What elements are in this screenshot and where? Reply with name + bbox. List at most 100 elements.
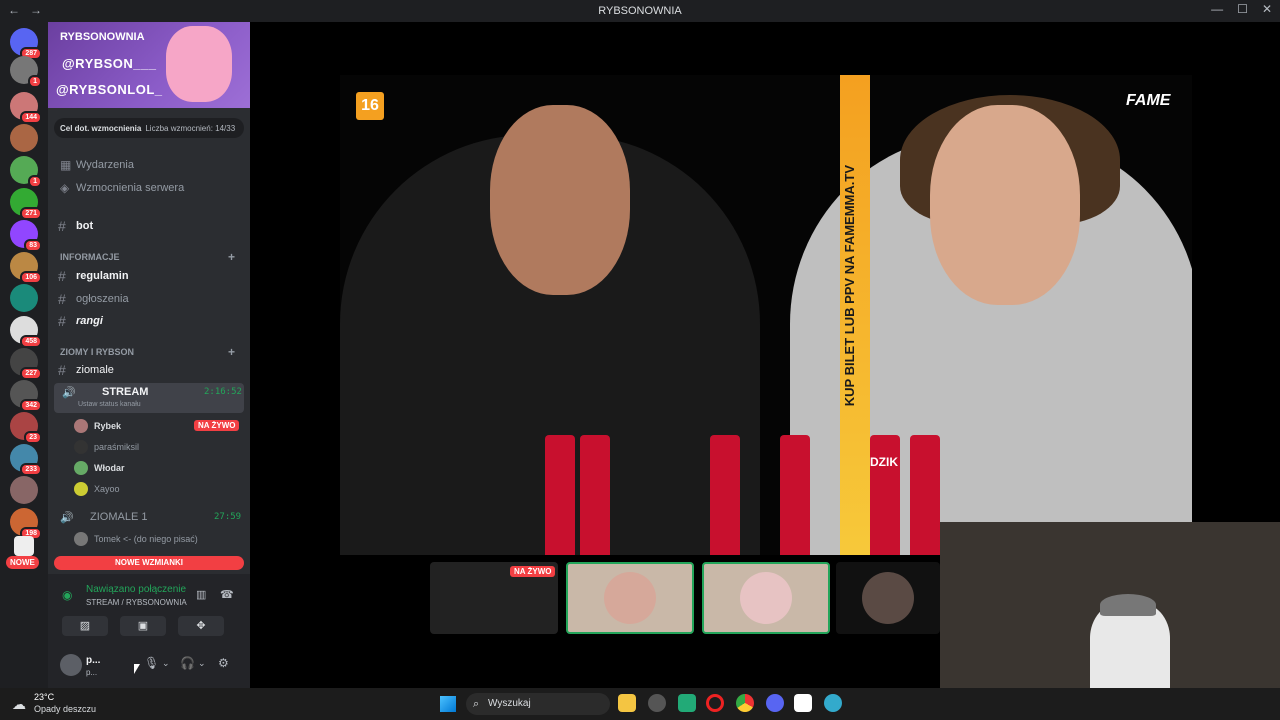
- chevron-down-icon[interactable]: ⌄: [162, 658, 170, 669]
- app-icon[interactable]: [648, 694, 666, 712]
- channel-bot[interactable]: # bot: [48, 215, 250, 237]
- disconnect-icon[interactable]: ☎: [220, 588, 234, 601]
- weather-icon: ☁: [12, 696, 26, 712]
- mascot-image: [166, 26, 232, 102]
- chevron-down-icon[interactable]: ⌄: [198, 658, 206, 669]
- hash-icon: #: [58, 218, 66, 234]
- hash-icon: #: [58, 268, 66, 284]
- server-icon[interactable]: [10, 284, 38, 312]
- search-icon: ⌕: [473, 698, 480, 710]
- stream-thumbnail[interactable]: NA ŻYWO: [430, 562, 558, 634]
- channel-name: bot: [76, 220, 94, 232]
- discord-icon[interactable]: [766, 694, 784, 712]
- unread-badge: 458: [20, 335, 42, 348]
- voice-user[interactable]: Xayoo: [74, 479, 120, 499]
- server-icon[interactable]: [10, 476, 38, 504]
- activities-button[interactable]: ✥: [178, 616, 224, 636]
- server-icon[interactable]: 23: [10, 412, 42, 444]
- voice-user[interactable]: Rybek: [74, 416, 121, 436]
- opera-icon[interactable]: [706, 694, 724, 712]
- new-mentions-button[interactable]: NOWE WZMIANKI: [54, 556, 244, 570]
- close-button[interactable]: ✕: [1262, 2, 1272, 16]
- minimize-button[interactable]: —: [1211, 2, 1223, 16]
- voice-user[interactable]: paraśmiksil: [74, 437, 139, 457]
- server-icon[interactable]: 83: [10, 220, 42, 252]
- file-explorer-icon[interactable]: [618, 694, 636, 712]
- brand-logo: FAME: [1126, 92, 1171, 109]
- stream-stage[interactable]: KUP BILET LUB PPV NA FAMEMMA.TV DZIK 16 …: [250, 22, 1280, 688]
- channel-rangi[interactable]: # rangi: [48, 310, 250, 332]
- voice-channel-stream[interactable]: 🔊 STREAM 2:16:52 Ustaw status kanału: [54, 383, 244, 413]
- category-ziomy[interactable]: ZIOMY I RYBSON +: [60, 345, 235, 359]
- camera-off-icon: ▨: [79, 620, 91, 632]
- can-label: DZIK: [870, 455, 898, 469]
- screen-share-button[interactable]: ▣: [120, 616, 166, 636]
- noise-suppression-icon[interactable]: ▥: [196, 588, 206, 601]
- boosts-label: Wzmocnienia serwera: [76, 182, 185, 194]
- camera-button[interactable]: ▨: [62, 616, 108, 636]
- unread-badge: 271: [20, 207, 42, 220]
- server-icon[interactable]: 1: [10, 56, 42, 88]
- add-channel-icon[interactable]: +: [228, 345, 235, 359]
- connection-location: STREAM / RYBSONOWNIA: [86, 598, 187, 607]
- title-bar: ← → RYBSONOWNIA — ☐ ✕: [0, 0, 1280, 22]
- user-name[interactable]: p...: [86, 655, 100, 666]
- home-button[interactable]: 287: [10, 28, 42, 60]
- server-icon[interactable]: [14, 536, 34, 556]
- channel-regulamin[interactable]: # regulamin: [48, 265, 250, 287]
- app-icon[interactable]: [794, 694, 812, 712]
- settings-gear-icon[interactable]: ⚙: [218, 656, 229, 670]
- category-label: INFORMACJE: [60, 252, 120, 262]
- maximize-button[interactable]: ☐: [1237, 2, 1248, 16]
- boost-goal-bar[interactable]: Cel dot. wzmocnienia Liczba wzmocnień: 1…: [54, 118, 244, 138]
- taskbar-search[interactable]: ⌕ Wyszukaj: [466, 693, 610, 715]
- stream-video[interactable]: KUP BILET LUB PPV NA FAMEMMA.TV DZIK: [340, 75, 1192, 555]
- server-icon[interactable]: 198: [10, 508, 42, 540]
- server-icon[interactable]: 271: [10, 188, 42, 220]
- call-timer: 27:59: [214, 512, 242, 522]
- signal-icon[interactable]: ◉: [62, 588, 72, 602]
- avatar: [74, 482, 88, 496]
- unread-badge: 1: [28, 75, 42, 88]
- server-icon[interactable]: [10, 124, 38, 152]
- events-item[interactable]: ▦ Wydarzenia: [48, 154, 250, 176]
- drink-can: [780, 435, 810, 555]
- server-icon[interactable]: 342: [10, 380, 42, 412]
- connection-status[interactable]: Nawiązano połączenie: [86, 584, 186, 595]
- voice-channel-ziomale1[interactable]: 🔊 ZIOMALE 1 27:59: [48, 506, 250, 528]
- chrome-icon[interactable]: [736, 694, 754, 712]
- app-icon[interactable]: [824, 694, 842, 712]
- server-icon[interactable]: 106: [10, 252, 42, 284]
- temperature[interactable]: 23°C: [34, 692, 54, 702]
- participant-thumbnail[interactable]: [702, 562, 830, 634]
- server-icon[interactable]: 227: [10, 348, 42, 380]
- headphones-icon[interactable]: 🎧: [180, 656, 195, 670]
- category-informacje[interactable]: INFORMACJE +: [60, 250, 235, 264]
- server-icon[interactable]: 1: [10, 156, 42, 188]
- unread-badge: 233: [20, 463, 42, 476]
- calendar-icon: ▦: [60, 158, 72, 172]
- server-icon[interactable]: 233: [10, 444, 42, 476]
- server-boosts-item[interactable]: ◈ Wzmocnienia serwera: [48, 177, 250, 199]
- app-icon[interactable]: [678, 694, 696, 712]
- add-channel-icon[interactable]: +: [228, 250, 235, 264]
- drink-can: [545, 435, 575, 555]
- server-name[interactable]: RYBSONOWNIA: [60, 31, 145, 43]
- channel-ziomale[interactable]: # ziomale: [48, 359, 250, 381]
- server-icon[interactable]: 458: [10, 316, 42, 348]
- channel-status[interactable]: Ustaw status kanału: [78, 401, 141, 408]
- avatar: [604, 572, 656, 624]
- start-button[interactable]: [440, 696, 456, 712]
- channel-ogloszenia[interactable]: # ogłoszenia: [48, 288, 250, 310]
- server-icon[interactable]: 144: [10, 92, 42, 124]
- avatar: [740, 572, 792, 624]
- new-messages-pill[interactable]: NOWE: [6, 556, 39, 569]
- participant-thumbnail[interactable]: [566, 562, 694, 634]
- microphone-icon[interactable]: 🎙: [144, 656, 159, 670]
- voice-user[interactable]: Włodar: [74, 458, 125, 478]
- user-name: Włodar: [94, 463, 125, 473]
- avatar[interactable]: [60, 654, 82, 676]
- participant-thumbnail[interactable]: [836, 562, 940, 634]
- avatar: [862, 572, 914, 624]
- voice-user[interactable]: Tomek <- (do niego pisać): [74, 529, 198, 549]
